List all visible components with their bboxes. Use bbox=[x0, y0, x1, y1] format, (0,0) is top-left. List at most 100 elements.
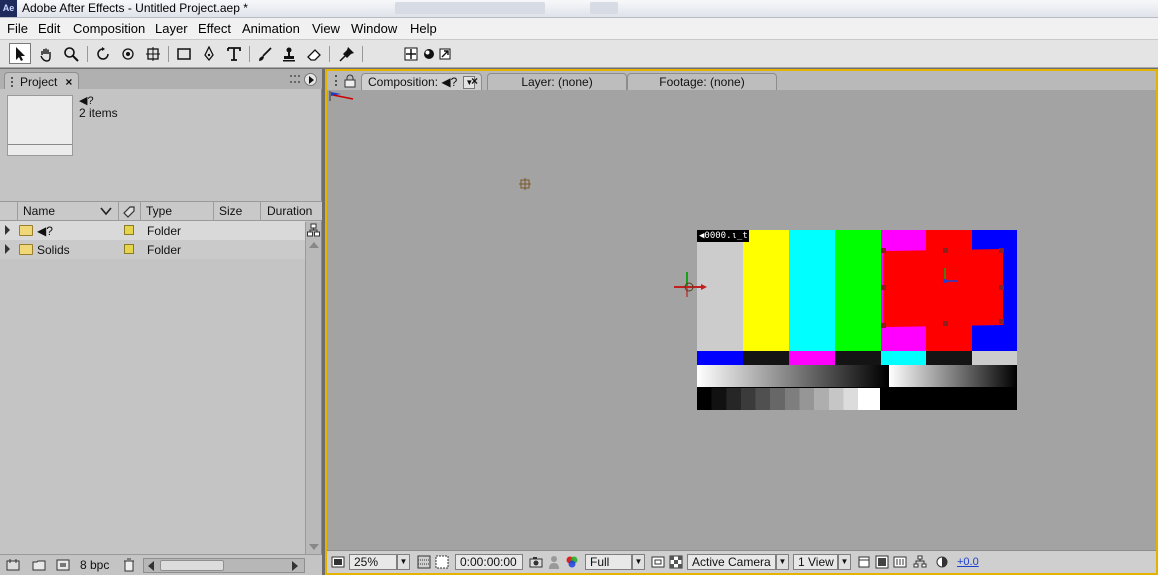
project-horizontal-scrollbar[interactable] bbox=[143, 558, 305, 573]
orbit-camera-tool[interactable] bbox=[117, 43, 139, 64]
timeline-icon[interactable] bbox=[893, 555, 907, 569]
null-object-icon[interactable] bbox=[519, 178, 531, 190]
color-bars-layer[interactable]: ◀0000.ι_t bbox=[697, 230, 1017, 410]
layer-handle[interactable] bbox=[881, 323, 886, 328]
project-vertical-scrollbar[interactable] bbox=[305, 222, 321, 554]
timecode-overlay: ◀0000.ι_t bbox=[697, 230, 749, 242]
layer-handle[interactable] bbox=[999, 248, 1004, 253]
new-folder-icon[interactable] bbox=[32, 558, 46, 572]
current-time-field[interactable]: 0:00:00:00 bbox=[455, 554, 523, 570]
composition-viewer[interactable]: ◀0000.ι_t bbox=[327, 90, 1156, 550]
menu-window[interactable]: Window bbox=[351, 21, 397, 36]
resolution-dropdown[interactable]: Full bbox=[585, 554, 632, 570]
grayscale-steps bbox=[697, 388, 880, 410]
scroll-down-arrow-icon[interactable] bbox=[309, 544, 319, 550]
expand-arrow-icon[interactable] bbox=[5, 244, 10, 254]
type-tool[interactable] bbox=[223, 43, 245, 64]
camera-orbit-icon bbox=[122, 47, 134, 60]
layer-handle[interactable] bbox=[943, 321, 948, 326]
camera-view-dropdown[interactable]: Active Camera bbox=[687, 554, 776, 570]
reset-exposure-icon[interactable] bbox=[935, 555, 949, 569]
comp-flowchart-icon[interactable] bbox=[913, 555, 927, 569]
project-row[interactable]: Solids Folder bbox=[0, 240, 305, 259]
column-duration[interactable]: Duration bbox=[267, 204, 312, 218]
track-xy-camera-tool[interactable] bbox=[142, 43, 164, 64]
column-name[interactable]: Name bbox=[23, 204, 55, 218]
chevron-down-icon[interactable] bbox=[100, 206, 112, 216]
transparency-grid-icon[interactable] bbox=[669, 555, 683, 569]
rectangle-mask-tool[interactable] bbox=[173, 43, 195, 64]
scroll-thumb[interactable] bbox=[160, 560, 224, 571]
magnification-value: 25% bbox=[354, 555, 379, 569]
menu-animation[interactable]: Animation bbox=[242, 21, 300, 36]
region-of-interest-icon[interactable] bbox=[651, 555, 665, 569]
hand-tool[interactable] bbox=[35, 43, 57, 64]
flowchart-icon[interactable] bbox=[307, 223, 320, 237]
layer-handle[interactable] bbox=[881, 248, 886, 253]
rotation-tool[interactable] bbox=[92, 43, 114, 64]
pixel-aspect-icon[interactable] bbox=[857, 555, 871, 569]
tab-composition[interactable]: Composition: ◀? ▼ bbox=[361, 73, 483, 90]
brush-tool[interactable] bbox=[254, 43, 276, 64]
layer-axis-gizmo-icon[interactable] bbox=[935, 265, 961, 291]
close-icon[interactable]: × bbox=[471, 74, 478, 88]
label-color-swatch[interactable] bbox=[124, 225, 134, 235]
close-icon[interactable]: × bbox=[65, 75, 72, 89]
panel-menu-icon[interactable] bbox=[304, 73, 317, 86]
view-layout-dropdown-arrow[interactable]: ▼ bbox=[838, 554, 851, 570]
project-row[interactable]: ◀? Folder bbox=[0, 221, 305, 240]
grid-guides-icon[interactable] bbox=[417, 555, 431, 569]
comp-flowchart-flag-icon[interactable] bbox=[329, 90, 357, 102]
zoom-tool[interactable] bbox=[60, 43, 82, 64]
menu-composition[interactable]: Composition bbox=[73, 21, 145, 36]
tab-layer[interactable]: Layer: (none) bbox=[487, 73, 627, 90]
menu-file[interactable]: File bbox=[7, 21, 28, 36]
tab-project[interactable]: Project × bbox=[4, 72, 80, 89]
layer-handle[interactable] bbox=[881, 285, 886, 290]
interpret-footage-icon[interactable] bbox=[6, 558, 20, 572]
bit-depth-button[interactable]: 8 bpc bbox=[80, 558, 109, 572]
camera-axis-gizmo-icon[interactable] bbox=[671, 265, 711, 305]
menu-layer[interactable]: Layer bbox=[155, 21, 188, 36]
camera-view-dropdown-arrow[interactable]: ▼ bbox=[776, 554, 789, 570]
resolution-dropdown-arrow[interactable]: ▼ bbox=[632, 554, 645, 570]
puppet-pin-tool[interactable] bbox=[336, 43, 358, 64]
view-axis-mode[interactable] bbox=[434, 43, 456, 64]
label-color-swatch[interactable] bbox=[124, 244, 134, 254]
snapshot-camera-icon[interactable] bbox=[529, 555, 543, 569]
fast-previews-icon[interactable] bbox=[875, 555, 889, 569]
new-composition-icon[interactable] bbox=[56, 558, 70, 572]
clone-stamp-tool[interactable] bbox=[278, 43, 300, 64]
menu-effect[interactable]: Effect bbox=[198, 21, 231, 36]
show-snapshot-person-icon[interactable] bbox=[547, 555, 561, 569]
bar-yellow bbox=[743, 230, 789, 351]
row-name: Solids bbox=[37, 243, 70, 257]
always-preview-icon[interactable] bbox=[331, 555, 345, 569]
tab-footage[interactable]: Footage: (none) bbox=[627, 73, 777, 90]
expand-arrow-icon[interactable] bbox=[5, 225, 10, 235]
pen-tool[interactable] bbox=[198, 43, 220, 64]
layer-handle[interactable] bbox=[999, 285, 1004, 290]
eraser-tool[interactable] bbox=[303, 43, 325, 64]
color-channels-icon[interactable] bbox=[565, 555, 579, 569]
lock-viewer-icon[interactable] bbox=[343, 74, 357, 88]
column-size[interactable]: Size bbox=[219, 204, 242, 218]
scroll-right-arrow-icon[interactable] bbox=[292, 561, 298, 571]
scroll-left-arrow-icon[interactable] bbox=[148, 561, 154, 571]
label-tag-icon[interactable] bbox=[122, 205, 136, 219]
menu-help[interactable]: Help bbox=[410, 21, 437, 36]
mask-visibility-icon[interactable] bbox=[435, 555, 449, 569]
layer-handle[interactable] bbox=[943, 248, 948, 253]
menu-view[interactable]: View bbox=[312, 21, 340, 36]
magnification-dropdown[interactable]: 25% bbox=[349, 554, 397, 570]
exposure-value[interactable]: +0.0 bbox=[957, 556, 979, 568]
pen-nib-icon bbox=[204, 45, 214, 61]
menu-edit[interactable]: Edit bbox=[38, 21, 60, 36]
selection-tool[interactable] bbox=[9, 43, 31, 64]
view-layout-dropdown[interactable]: 1 View bbox=[793, 554, 838, 570]
magnification-dropdown-arrow[interactable]: ▼ bbox=[397, 554, 410, 570]
trash-icon[interactable] bbox=[123, 558, 135, 572]
layer-handle[interactable] bbox=[999, 319, 1004, 324]
column-type[interactable]: Type bbox=[146, 204, 172, 218]
scroll-up-arrow-icon[interactable] bbox=[309, 242, 319, 248]
